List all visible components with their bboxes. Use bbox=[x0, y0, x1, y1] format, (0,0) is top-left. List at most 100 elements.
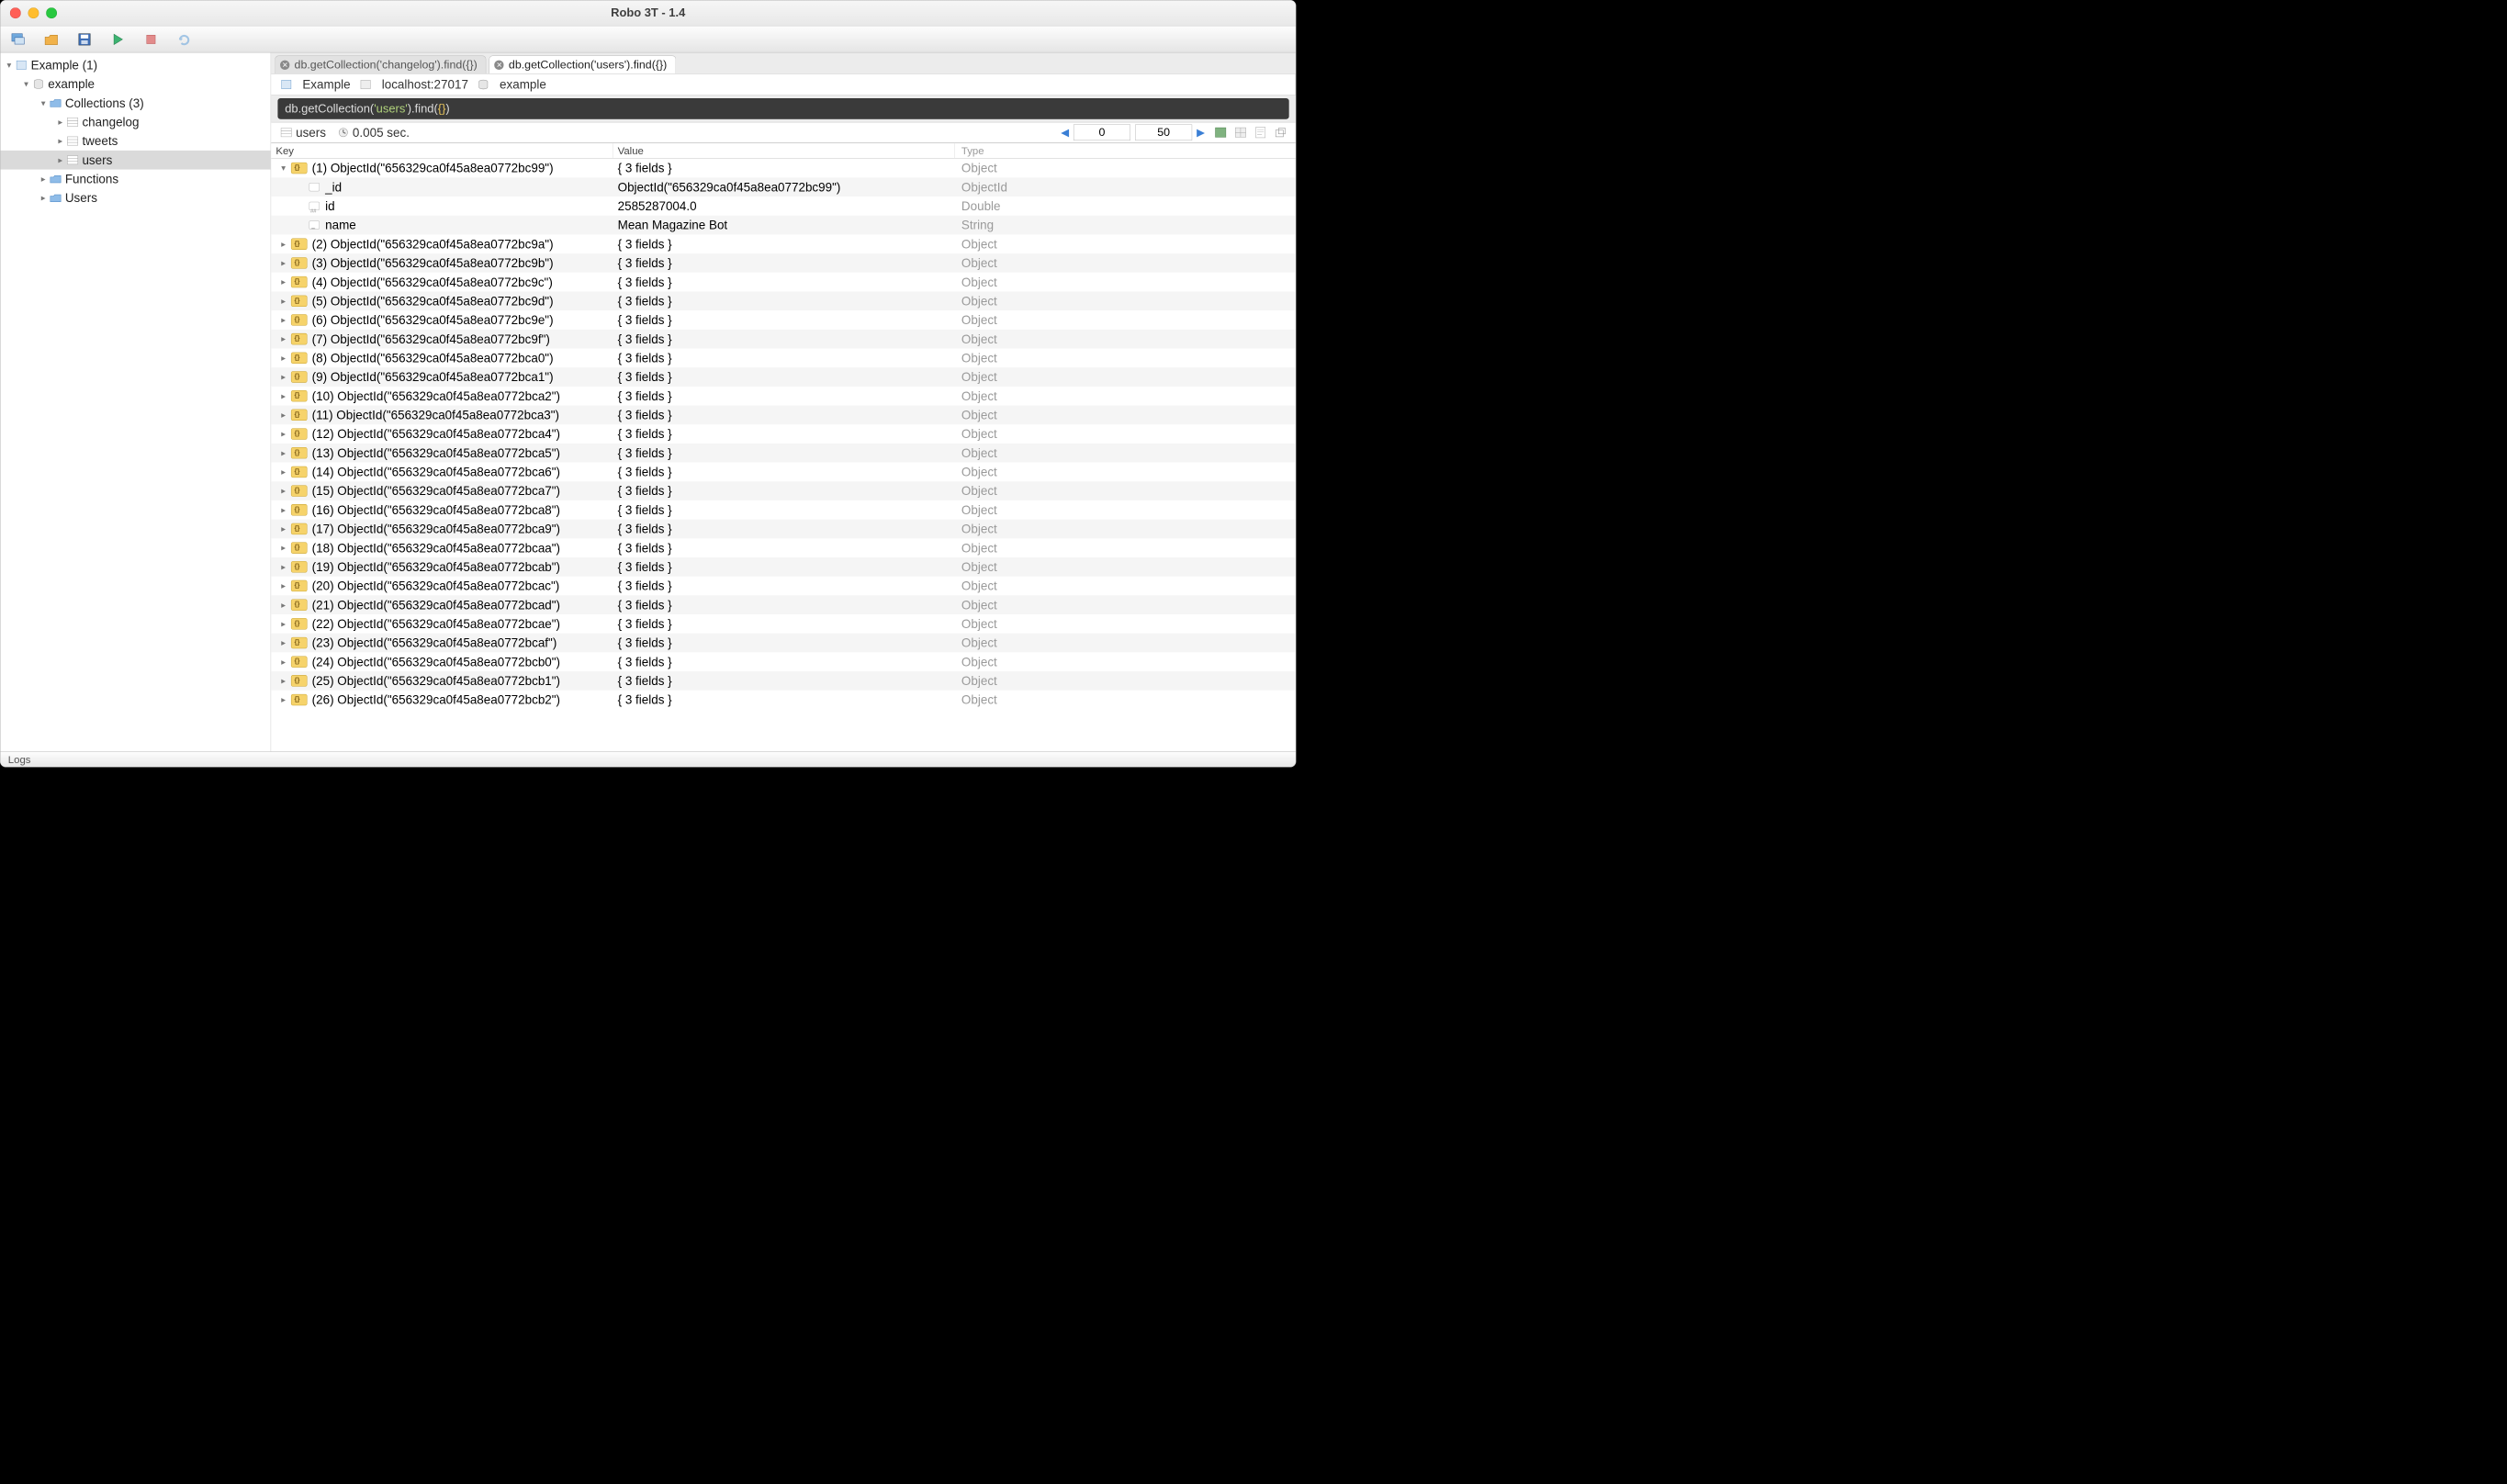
popout-button[interactable] bbox=[1272, 124, 1289, 141]
close-window-button[interactable] bbox=[10, 7, 21, 18]
expand-icon[interactable]: ▸ bbox=[280, 296, 287, 306]
expand-icon[interactable]: ▸ bbox=[280, 410, 287, 420]
document-icon bbox=[291, 447, 308, 458]
view-tree-button[interactable] bbox=[1212, 124, 1230, 141]
grid-row[interactable]: ▸(6) ObjectId("656329ca0f45a8ea0772bc9e"… bbox=[271, 310, 1296, 330]
expand-icon[interactable]: ▸ bbox=[280, 467, 287, 477]
grid-row[interactable]: ▸(13) ObjectId("656329ca0f45a8ea0772bca5… bbox=[271, 444, 1296, 463]
folder-icon bbox=[49, 98, 62, 108]
expand-icon[interactable]: ▸ bbox=[280, 505, 287, 515]
expand-icon[interactable]: ▸ bbox=[280, 391, 287, 401]
grid-row[interactable]: ▸(12) ObjectId("656329ca0f45a8ea0772bca4… bbox=[271, 424, 1296, 444]
grid-row[interactable]: ▸(26) ObjectId("656329ca0f45a8ea0772bcb2… bbox=[271, 691, 1296, 710]
stop-button[interactable] bbox=[143, 31, 160, 48]
expand-icon[interactable]: ▸ bbox=[280, 543, 287, 553]
page-skip-input[interactable] bbox=[1074, 124, 1130, 141]
query-tab[interactable]: ✕db.getCollection('changelog').find({}) bbox=[275, 55, 486, 73]
grid-row[interactable]: ▸(7) ObjectId("656329ca0f45a8ea0772bc9f"… bbox=[271, 330, 1296, 349]
query-arg: {} bbox=[438, 102, 446, 116]
open-button[interactable] bbox=[43, 31, 60, 48]
save-button[interactable] bbox=[76, 31, 93, 48]
grid-row[interactable]: nameMean Magazine BotString bbox=[271, 216, 1296, 235]
column-key[interactable]: Key bbox=[271, 143, 613, 158]
grid-row[interactable]: ▸(5) ObjectId("656329ca0f45a8ea0772bc9d"… bbox=[271, 291, 1296, 310]
rotate-button[interactable] bbox=[176, 31, 193, 48]
tree-collections-folder[interactable]: ▾ Collections (3) bbox=[1, 94, 271, 113]
expand-icon[interactable]: ▸ bbox=[280, 372, 287, 382]
expand-icon[interactable]: ▸ bbox=[280, 638, 287, 648]
grid-row[interactable]: ▸(21) ObjectId("656329ca0f45a8ea0772bcad… bbox=[271, 595, 1296, 614]
expand-icon[interactable]: ▸ bbox=[280, 676, 287, 686]
grid-row[interactable]: _idObjectId("656329ca0f45a8ea0772bc99")O… bbox=[271, 177, 1296, 197]
row-type: Object bbox=[961, 255, 997, 270]
close-tab-icon[interactable]: ✕ bbox=[280, 60, 289, 69]
grid-row[interactable]: ▸(8) ObjectId("656329ca0f45a8ea0772bca0"… bbox=[271, 348, 1296, 367]
grid-row[interactable]: ▸(22) ObjectId("656329ca0f45a8ea0772bcae… bbox=[271, 614, 1296, 634]
page-next-button[interactable]: ▶ bbox=[1192, 124, 1209, 141]
row-key: (11) ObjectId("656329ca0f45a8ea0772bca3"… bbox=[312, 408, 559, 422]
column-type[interactable]: Type bbox=[955, 143, 1296, 158]
expand-icon[interactable]: ▸ bbox=[280, 315, 287, 325]
query-tab[interactable]: ✕ db.getCollection('users').find({}) bbox=[489, 55, 676, 73]
expand-icon[interactable]: ▸ bbox=[280, 600, 287, 610]
grid-row[interactable]: ▸(14) ObjectId("656329ca0f45a8ea0772bca6… bbox=[271, 463, 1296, 482]
expand-icon[interactable]: ▸ bbox=[280, 695, 287, 705]
grid-row[interactable]: ▸(4) ObjectId("656329ca0f45a8ea0772bc9c"… bbox=[271, 273, 1296, 292]
grid-row[interactable]: ▸(25) ObjectId("656329ca0f45a8ea0772bcb1… bbox=[271, 671, 1296, 691]
view-table-button[interactable] bbox=[1232, 124, 1250, 141]
column-value[interactable]: Value bbox=[613, 143, 954, 158]
logs-button[interactable]: Logs bbox=[8, 753, 31, 765]
row-value: { 3 fields } bbox=[618, 445, 672, 460]
grid-row[interactable]: ▸(3) ObjectId("656329ca0f45a8ea0772bc9b"… bbox=[271, 253, 1296, 273]
page-prev-button[interactable]: ◀ bbox=[1056, 124, 1074, 141]
expand-icon[interactable]: ▸ bbox=[280, 334, 287, 344]
connect-button[interactable] bbox=[10, 31, 27, 48]
grid-row[interactable]: ▸(24) ObjectId("656329ca0f45a8ea0772bcb0… bbox=[271, 652, 1296, 671]
grid-row[interactable]: ▸(23) ObjectId("656329ca0f45a8ea0772bcaf… bbox=[271, 634, 1296, 653]
page-limit-input[interactable] bbox=[1135, 124, 1192, 141]
grid-row[interactable]: ▸(16) ObjectId("656329ca0f45a8ea0772bca8… bbox=[271, 500, 1296, 520]
tree-collection-tweets[interactable]: ▸tweets bbox=[1, 131, 271, 151]
expand-icon[interactable]: ▸ bbox=[280, 486, 287, 496]
row-type: Object bbox=[961, 465, 997, 479]
expand-icon[interactable]: ▾ bbox=[280, 163, 287, 174]
row-value: { 3 fields } bbox=[618, 312, 672, 327]
tree-users-folder[interactable]: ▸ Users bbox=[1, 188, 271, 208]
grid-row[interactable]: ▸(15) ObjectId("656329ca0f45a8ea0772bca7… bbox=[271, 481, 1296, 500]
query-editor[interactable]: db.getCollection('users').find({}) bbox=[277, 98, 1288, 119]
expand-icon[interactable]: ▸ bbox=[280, 562, 287, 572]
expand-icon[interactable]: ▸ bbox=[280, 239, 287, 249]
expand-icon[interactable]: ▸ bbox=[280, 277, 287, 287]
expand-icon[interactable]: ▸ bbox=[280, 448, 287, 458]
grid-row[interactable]: ▸(18) ObjectId("656329ca0f45a8ea0772bcaa… bbox=[271, 538, 1296, 557]
close-tab-icon[interactable]: ✕ bbox=[494, 60, 503, 69]
grid-row[interactable]: ▸ (11) ObjectId("656329ca0f45a8ea0772bca3… bbox=[271, 406, 1296, 425]
grid-row[interactable]: ▾(1) ObjectId("656329ca0f45a8ea0772bc99"… bbox=[271, 159, 1296, 178]
grid-row[interactable]: ▸(9) ObjectId("656329ca0f45a8ea0772bca1"… bbox=[271, 367, 1296, 387]
execute-button[interactable] bbox=[109, 31, 126, 48]
view-text-button[interactable] bbox=[1252, 124, 1269, 141]
grid-row[interactable]: ▸(20) ObjectId("656329ca0f45a8ea0772bcac… bbox=[271, 577, 1296, 596]
tree-connection[interactable]: ▾ Example (1) bbox=[1, 55, 271, 74]
grid-row[interactable]: ▸(10) ObjectId("656329ca0f45a8ea0772bca2… bbox=[271, 387, 1296, 406]
tree-database[interactable]: ▾ example bbox=[1, 74, 271, 94]
expand-icon[interactable]: ▸ bbox=[280, 657, 287, 667]
expand-icon[interactable]: ▸ bbox=[280, 429, 287, 439]
main-area: ▾ Example (1) ▾ example ▾ Collections (3… bbox=[1, 52, 1296, 751]
grid-row[interactable]: ▸(17) ObjectId("656329ca0f45a8ea0772bca9… bbox=[271, 520, 1296, 539]
grid-row[interactable]: id2585287004.0Double bbox=[271, 197, 1296, 216]
grid-row[interactable]: ▸(2) ObjectId("656329ca0f45a8ea0772bc9a"… bbox=[271, 234, 1296, 253]
tree-collection-changelog[interactable]: ▸changelog bbox=[1, 113, 271, 132]
minimize-window-button[interactable] bbox=[28, 7, 39, 18]
expand-icon[interactable]: ▸ bbox=[280, 581, 287, 591]
result-grid[interactable]: Key Value Type ▾(1) ObjectId("656329ca0f… bbox=[271, 143, 1296, 752]
expand-icon[interactable]: ▸ bbox=[280, 619, 287, 629]
tree-functions-folder[interactable]: ▸ Functions bbox=[1, 170, 271, 189]
zoom-window-button[interactable] bbox=[46, 7, 57, 18]
expand-icon[interactable]: ▸ bbox=[280, 258, 287, 268]
tree-collection-users[interactable]: ▸users bbox=[1, 151, 271, 170]
expand-icon[interactable]: ▸ bbox=[280, 353, 287, 363]
tab-label: db.getCollection('users').find({}) bbox=[509, 58, 667, 71]
grid-row[interactable]: ▸(19) ObjectId("656329ca0f45a8ea0772bcab… bbox=[271, 557, 1296, 577]
expand-icon[interactable]: ▸ bbox=[280, 524, 287, 534]
